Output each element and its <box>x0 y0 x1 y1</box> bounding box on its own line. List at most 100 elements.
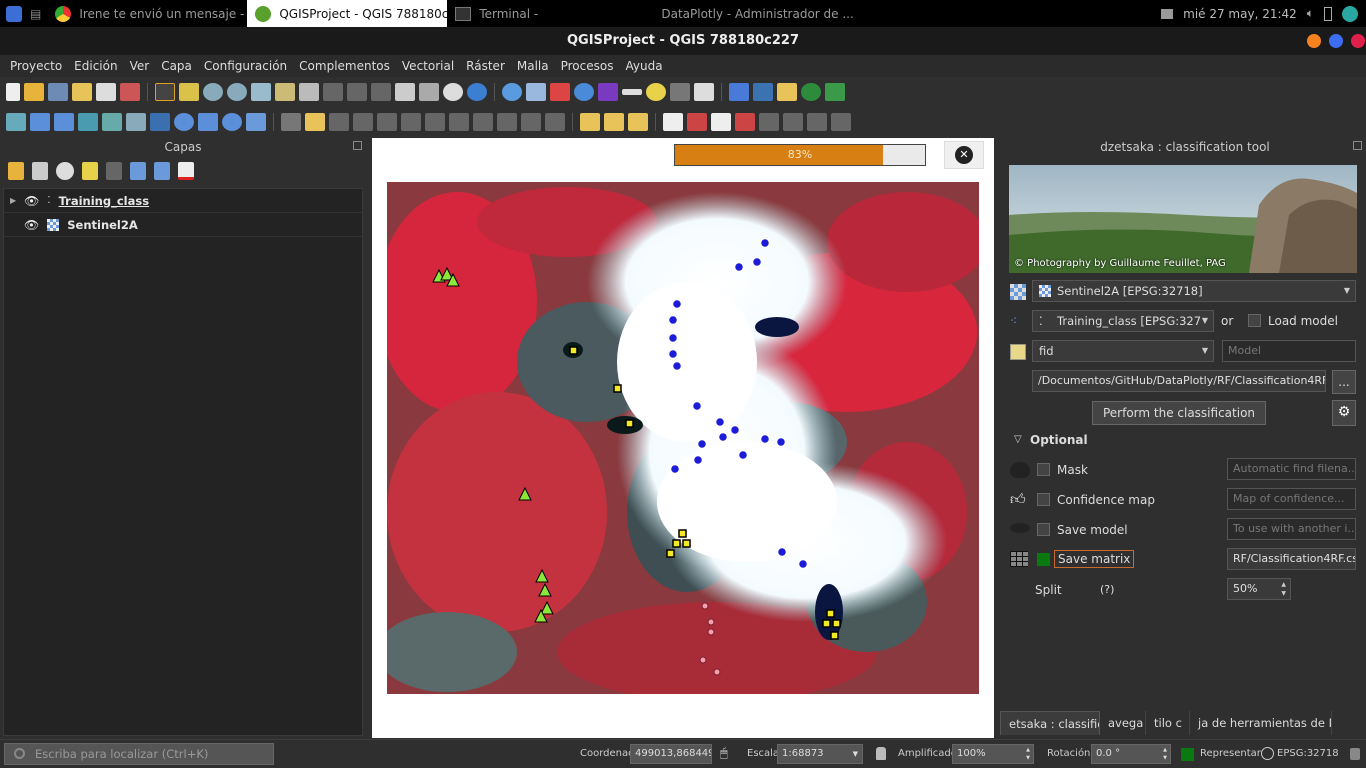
settings-button[interactable]: ⚙ <box>1332 400 1356 426</box>
save-edits-icon[interactable] <box>329 113 349 131</box>
render-label[interactable]: Representar <box>1200 740 1261 768</box>
extents-toggle-icon[interactable]: 🖱︎ <box>720 746 728 761</box>
lock-scale-icon[interactable] <box>876 747 886 760</box>
perform-classification-button[interactable]: Perform the classification <box>1092 401 1266 425</box>
new-project-icon[interactable] <box>6 83 20 101</box>
help-icon[interactable] <box>729 83 749 101</box>
task-terminal[interactable]: Terminal - <box>447 0 645 27</box>
tab-navegador[interactable]: avega <box>1100 711 1146 735</box>
save-model-path-field[interactable]: To use with another i... <box>1227 518 1356 540</box>
temporal-icon[interactable] <box>443 83 463 101</box>
confidence-map-label[interactable]: Confidence map <box>1057 493 1155 507</box>
zoom-out-icon[interactable] <box>227 83 247 101</box>
add-feature-icon[interactable] <box>353 113 373 131</box>
layer-row-sentinel2a[interactable]: 👁︎ Sentinel2A <box>4 213 362 237</box>
minimize-button[interactable] <box>1307 34 1321 48</box>
zoom-native-icon[interactable] <box>323 83 343 101</box>
menu-raster[interactable]: Ráster <box>460 59 511 73</box>
show-hide-labels-icon[interactable] <box>735 113 755 131</box>
mask-label[interactable]: Mask <box>1057 463 1088 477</box>
add-wfs-icon[interactable] <box>198 113 218 131</box>
remove-layer-icon[interactable] <box>178 162 194 180</box>
python-icon[interactable] <box>753 83 773 101</box>
save-matrix-label[interactable]: Save matrix <box>1054 550 1135 568</box>
new-bookmark-icon[interactable] <box>395 83 415 101</box>
zoom-last-icon[interactable] <box>347 83 367 101</box>
cut-features-icon[interactable] <box>449 113 469 131</box>
expand-all-icon[interactable] <box>130 162 146 180</box>
training-vector-select[interactable]: ⁚ Training_class [EPSG:327 ▼ <box>1032 310 1214 332</box>
style-manager-icon[interactable] <box>120 83 140 101</box>
new-layer-icon[interactable] <box>246 113 266 131</box>
scale-combo[interactable]: 1:68873 ▼ <box>777 744 863 764</box>
map-canvas[interactable]: 83% ✕ <box>372 138 994 738</box>
move-label-icon[interactable] <box>759 113 779 131</box>
raster-input-select[interactable]: Sentinel2A [EPSG:32718] ▼ <box>1032 280 1356 302</box>
menu-proyecto[interactable]: Proyecto <box>4 59 68 73</box>
menu-ayuda[interactable]: Ayuda <box>619 59 668 73</box>
close-button[interactable] <box>1351 34 1365 48</box>
os-menu-button[interactable]: ▤ <box>0 0 47 27</box>
pin-labels-icon[interactable] <box>711 113 731 131</box>
processing-tools-icon[interactable] <box>825 83 845 101</box>
rotation-spinbox[interactable]: 0.0 ° ▲ ▼ <box>1091 744 1171 764</box>
split-spinbox[interactable]: 50% ▲ ▼ <box>1227 578 1291 600</box>
battery-icon[interactable] <box>1324 6 1332 21</box>
pan-icon[interactable] <box>155 83 175 101</box>
add-spatialite-icon[interactable] <box>126 113 146 131</box>
messages-icon[interactable] <box>1350 748 1360 760</box>
annotation-icon[interactable] <box>646 83 666 101</box>
rotate-label-icon[interactable] <box>783 113 803 131</box>
layer-styling-icon[interactable] <box>8 162 24 180</box>
confidence-map-checkbox[interactable] <box>1037 493 1050 506</box>
menu-edicion[interactable]: Edición <box>68 59 123 73</box>
deselect-icon[interactable] <box>628 113 648 131</box>
split-help[interactable]: (?) <box>1100 583 1114 596</box>
change-label-icon[interactable] <box>807 113 827 131</box>
optional-section-label[interactable]: Optional <box>1030 433 1088 447</box>
menu-configuracion[interactable]: Configuración <box>198 59 293 73</box>
spin-arrows-icon[interactable]: ▲ ▼ <box>1281 580 1286 598</box>
optional-collapse-arrow-icon[interactable]: ▽ <box>1014 434 1022 445</box>
task-files[interactable]: DataPlotly - Administrador de ... <box>645 0 855 27</box>
map-tips-icon[interactable] <box>694 83 714 101</box>
select-value-icon[interactable] <box>604 113 624 131</box>
add-postgis-icon[interactable] <box>150 113 170 131</box>
load-model-label[interactable]: Load model <box>1268 314 1338 328</box>
mask-checkbox[interactable] <box>1037 463 1050 476</box>
statistics-icon[interactable] <box>598 83 618 101</box>
task-chrome[interactable]: Irene te envió un mensaje - Go... <box>47 0 247 27</box>
task-qgis[interactable]: QGISProject - QGIS 788180c227 <box>247 0 448 27</box>
render-checkbox[interactable] <box>1181 748 1194 761</box>
menu-complementos[interactable]: Complementos <box>293 59 396 73</box>
maximize-button[interactable] <box>1329 34 1343 48</box>
field-calculator-icon[interactable] <box>550 83 570 101</box>
open-project-icon[interactable] <box>24 83 44 101</box>
visibility-eye-icon[interactable]: 👁︎ <box>24 194 39 208</box>
magnifier-spinbox[interactable]: 100% ▲ ▼ <box>952 744 1034 764</box>
edit-layers-icon[interactable] <box>281 113 301 131</box>
add-raster-icon[interactable] <box>30 113 50 131</box>
update-icon[interactable] <box>1342 5 1358 22</box>
toggle-editing-icon[interactable] <box>305 113 325 131</box>
visibility-eye-icon[interactable]: 👁︎ <box>24 218 39 232</box>
vertex-tool-icon[interactable] <box>377 113 397 131</box>
select-icon[interactable] <box>670 83 690 101</box>
layer-name[interactable]: Sentinel2A <box>67 218 138 232</box>
select-features-icon[interactable] <box>580 113 600 131</box>
modify-attributes-icon[interactable] <box>401 113 421 131</box>
collapse-all-icon[interactable] <box>154 162 170 180</box>
zoom-selection-icon[interactable] <box>275 83 295 101</box>
print-layout-icon[interactable] <box>96 83 116 101</box>
menu-procesos[interactable]: Procesos <box>555 59 620 73</box>
add-group-icon[interactable] <box>32 162 48 180</box>
coordinate-field[interactable]: 499013,8684492 <box>630 744 712 764</box>
add-vector-icon[interactable] <box>78 113 98 131</box>
delete-selected-icon[interactable] <box>425 113 445 131</box>
identify-icon[interactable] <box>502 83 522 101</box>
panel-float-icon[interactable] <box>1353 141 1362 150</box>
diagram-tool-icon[interactable] <box>687 113 707 131</box>
output-raster-path[interactable]: /Documentos/GitHub/DataPlotly/RF/Classif… <box>1032 370 1326 392</box>
label-tool-icon[interactable] <box>663 113 683 131</box>
save-model-checkbox[interactable] <box>1037 523 1050 536</box>
